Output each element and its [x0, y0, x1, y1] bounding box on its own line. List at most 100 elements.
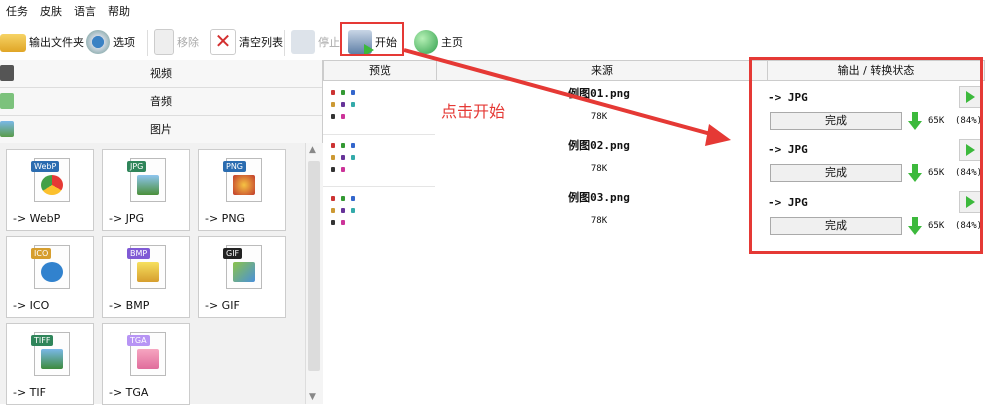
film-icon: [0, 65, 14, 81]
preview-thumbnail: [327, 190, 421, 234]
options-label: 选项: [113, 36, 135, 49]
compression-ratio: (84%): [955, 168, 983, 178]
clear-x-icon: ✕: [210, 29, 236, 55]
clear-list-label: 清空列表: [239, 36, 283, 49]
format-tile-gif[interactable]: GIF -> GIF: [198, 236, 286, 318]
scroll-down-icon[interactable]: ▼: [309, 392, 316, 402]
status-button[interactable]: 完成: [770, 164, 902, 182]
gif-file-icon: GIF: [223, 245, 262, 289]
output-size: 65K: [928, 221, 945, 231]
music-note-icon: [0, 93, 14, 109]
column-header-source[interactable]: 来源: [436, 60, 768, 81]
jpg-file-icon: JPG: [127, 158, 166, 202]
start-button[interactable]: 开始: [348, 28, 397, 56]
source-size: 78K: [590, 112, 608, 122]
category-image-label: 图片: [150, 123, 172, 136]
status-button[interactable]: 完成: [770, 217, 902, 235]
output-format: -> JPG: [768, 196, 808, 209]
format-tile-tga[interactable]: TGA -> TGA: [102, 323, 190, 405]
format-tile-bmp[interactable]: BMP -> BMP: [102, 236, 190, 318]
preview-thumbnail: [327, 137, 421, 181]
globe-icon: [414, 30, 438, 54]
tga-file-icon: TGA: [127, 332, 166, 376]
play-icon[interactable]: [959, 139, 981, 161]
stop-button[interactable]: 停止: [291, 28, 340, 56]
compression-ratio: (84%): [955, 116, 983, 126]
clear-list-button[interactable]: ✕ 清空列表: [210, 28, 283, 56]
remove-label: 移除: [177, 36, 199, 49]
menu-language[interactable]: 语言: [68, 3, 102, 19]
annotation-text: 点击开始: [441, 102, 506, 121]
format-tile-jpg[interactable]: JPG -> JPG: [102, 149, 190, 231]
format-label: -> ICO: [13, 299, 50, 312]
format-label: -> TIF: [13, 386, 46, 399]
format-tag: ICO: [31, 248, 52, 259]
preview-thumbnail: [327, 84, 421, 128]
options-button[interactable]: 选项: [86, 28, 135, 56]
arrow-down-icon: [908, 164, 922, 182]
format-tag: BMP: [127, 248, 151, 259]
start-convert-icon: [348, 30, 374, 56]
format-tile-ico[interactable]: ICO -> ICO: [6, 236, 94, 318]
scrollbar-thumb[interactable]: [308, 161, 320, 371]
source-size: 78K: [590, 164, 608, 174]
remove-button[interactable]: 移除: [154, 28, 199, 56]
format-tile-webp[interactable]: WebP -> WebP: [6, 149, 94, 231]
start-label: 开始: [375, 36, 397, 49]
play-icon[interactable]: [959, 86, 981, 108]
category-video[interactable]: 视频: [0, 60, 322, 88]
format-tag: GIF: [223, 248, 243, 259]
gear-icon: [86, 30, 110, 54]
bmp-file-icon: BMP: [127, 245, 166, 289]
output-size: 65K: [928, 168, 945, 178]
menu-bar: 任务 皮肤 语言 帮助: [0, 0, 985, 22]
folder-icon: [0, 34, 26, 52]
format-label: -> GIF: [205, 299, 240, 312]
source-size: 78K: [590, 216, 608, 226]
column-header-output[interactable]: 输出 / 转换状态: [767, 60, 985, 81]
stop-icon: [291, 30, 315, 54]
scroll-up-icon[interactable]: ▲: [309, 145, 316, 155]
format-tag: JPG: [127, 161, 147, 172]
output-folder-button[interactable]: 输出文件夹: [0, 28, 84, 56]
category-video-label: 视频: [150, 67, 172, 80]
document-icon: [154, 29, 174, 55]
category-audio[interactable]: 音频: [0, 88, 322, 116]
format-tile-tif[interactable]: TIFF -> TIF: [6, 323, 94, 405]
format-label: -> BMP: [109, 299, 150, 312]
output-format: -> JPG: [768, 91, 808, 104]
toolbar: 输出文件夹 选项 移除 ✕ 清空列表 停止 开始 主页: [0, 22, 985, 60]
category-image[interactable]: 图片: [0, 116, 322, 144]
status-button[interactable]: 完成: [770, 112, 902, 130]
file-list: 预览 来源 输出 / 转换状态 例图01.png 78K -> JPG 完成 6…: [323, 60, 985, 404]
output-size: 65K: [928, 116, 945, 126]
home-button[interactable]: 主页: [414, 28, 463, 56]
row-divider: [323, 134, 435, 135]
tiff-file-icon: TIFF: [31, 332, 70, 376]
menu-task[interactable]: 任务: [0, 3, 34, 19]
format-grid: WebP -> WebP JPG -> JPG PNG -> PNG ICO -…: [0, 143, 305, 405]
toolbar-divider: [284, 30, 285, 56]
format-scrollbar[interactable]: ▲ ▼: [305, 143, 323, 404]
format-label: -> TGA: [109, 386, 149, 399]
source-filename: 例图03.png: [568, 191, 630, 204]
format-label: -> JPG: [109, 212, 145, 225]
column-header-preview[interactable]: 预览: [323, 60, 437, 81]
stop-label: 停止: [318, 36, 340, 49]
source-filename: 例图02.png: [568, 139, 630, 152]
format-label: -> WebP: [13, 212, 61, 225]
menu-help[interactable]: 帮助: [102, 3, 136, 19]
menu-skin[interactable]: 皮肤: [34, 3, 68, 19]
format-label: -> PNG: [205, 212, 246, 225]
play-icon[interactable]: [959, 191, 981, 213]
arrow-down-icon: [908, 112, 922, 130]
format-tag: TIFF: [31, 335, 54, 346]
format-tile-png[interactable]: PNG -> PNG: [198, 149, 286, 231]
category-audio-label: 音频: [150, 95, 172, 108]
format-tag: TGA: [127, 335, 150, 346]
picture-icon: [0, 121, 14, 137]
webp-file-icon: WebP: [31, 158, 70, 202]
format-sidebar: 视频 音频 图片 WebP -> WebP JPG -> JPG PNG -> …: [0, 60, 323, 405]
toolbar-divider: [147, 30, 148, 56]
home-label: 主页: [441, 36, 463, 49]
